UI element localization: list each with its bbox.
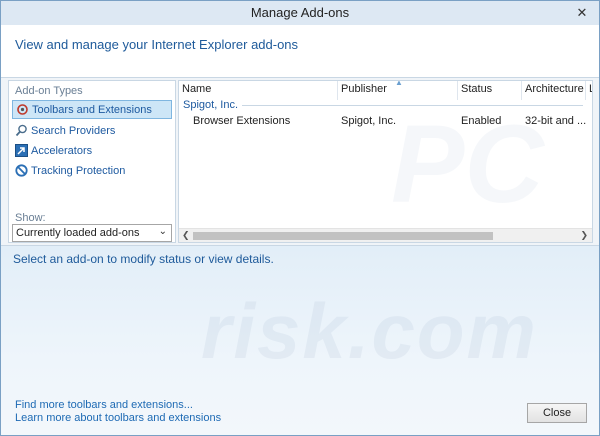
cell-publisher: Spigot, Inc. bbox=[341, 115, 397, 127]
scroll-right-icon[interactable]: ❯ bbox=[580, 230, 588, 241]
title-bar: Manage Add-ons ✕ bbox=[1, 1, 599, 25]
sidebar-item-search-providers[interactable]: Search Providers bbox=[12, 121, 172, 140]
scrollbar-thumb[interactable] bbox=[193, 232, 493, 240]
tracking-protection-icon bbox=[15, 164, 28, 177]
sidebar-item-tracking-protection[interactable]: Tracking Protection bbox=[12, 161, 172, 180]
window-title: Manage Add-ons bbox=[250, 5, 350, 20]
sort-ascending-icon: ▲ bbox=[395, 80, 403, 87]
sidebar-item-accelerators[interactable]: Accelerators bbox=[12, 141, 172, 160]
column-header-load-time[interactable]: L bbox=[586, 81, 592, 100]
find-more-link[interactable]: Find more toolbars and extensions... bbox=[15, 399, 193, 411]
show-dropdown[interactable]: Currently loaded add-ons ⌄ bbox=[12, 224, 172, 242]
sidebar-item-label: Tracking Protection bbox=[31, 164, 126, 177]
header-area: View and manage your Internet Explorer a… bbox=[1, 25, 599, 78]
watermark-text: risk.com bbox=[201, 287, 538, 375]
scroll-left-icon[interactable]: ❮ bbox=[182, 230, 190, 241]
horizontal-scrollbar[interactable]: ❮ ❯ bbox=[179, 228, 592, 242]
sidebar-item-toolbars-extensions[interactable]: Toolbars and Extensions bbox=[12, 100, 172, 119]
show-label: Show: bbox=[15, 212, 46, 224]
chevron-down-icon: ⌄ bbox=[158, 226, 167, 237]
watermark-logo: PC bbox=[391, 103, 544, 226]
gear-icon bbox=[17, 104, 28, 115]
publisher-group-label: Spigot, Inc. bbox=[183, 99, 239, 111]
close-button[interactable]: Close bbox=[527, 403, 587, 423]
sidebar-item-label: Search Providers bbox=[31, 124, 116, 137]
search-icon bbox=[15, 124, 27, 137]
addon-types-pane: Add-on Types Toolbars and Extensions Sea… bbox=[8, 80, 176, 243]
accelerator-icon bbox=[15, 144, 28, 157]
learn-more-link[interactable]: Learn more about toolbars and extensions bbox=[15, 412, 221, 424]
addon-types-label: Add-on Types bbox=[15, 85, 83, 97]
manage-addons-window: Manage Add-ons ✕ View and manage your In… bbox=[0, 0, 600, 436]
cell-name: Browser Extensions bbox=[193, 115, 291, 127]
header-text: View and manage your Internet Explorer a… bbox=[15, 37, 299, 52]
details-text: Select an add-on to modify status or vie… bbox=[13, 252, 274, 266]
sidebar-item-label: Accelerators bbox=[31, 144, 93, 157]
show-dropdown-value: Currently loaded add-ons bbox=[16, 227, 140, 239]
sidebar-item-label: Toolbars and Extensions bbox=[32, 103, 152, 116]
close-icon[interactable]: ✕ bbox=[573, 5, 591, 21]
